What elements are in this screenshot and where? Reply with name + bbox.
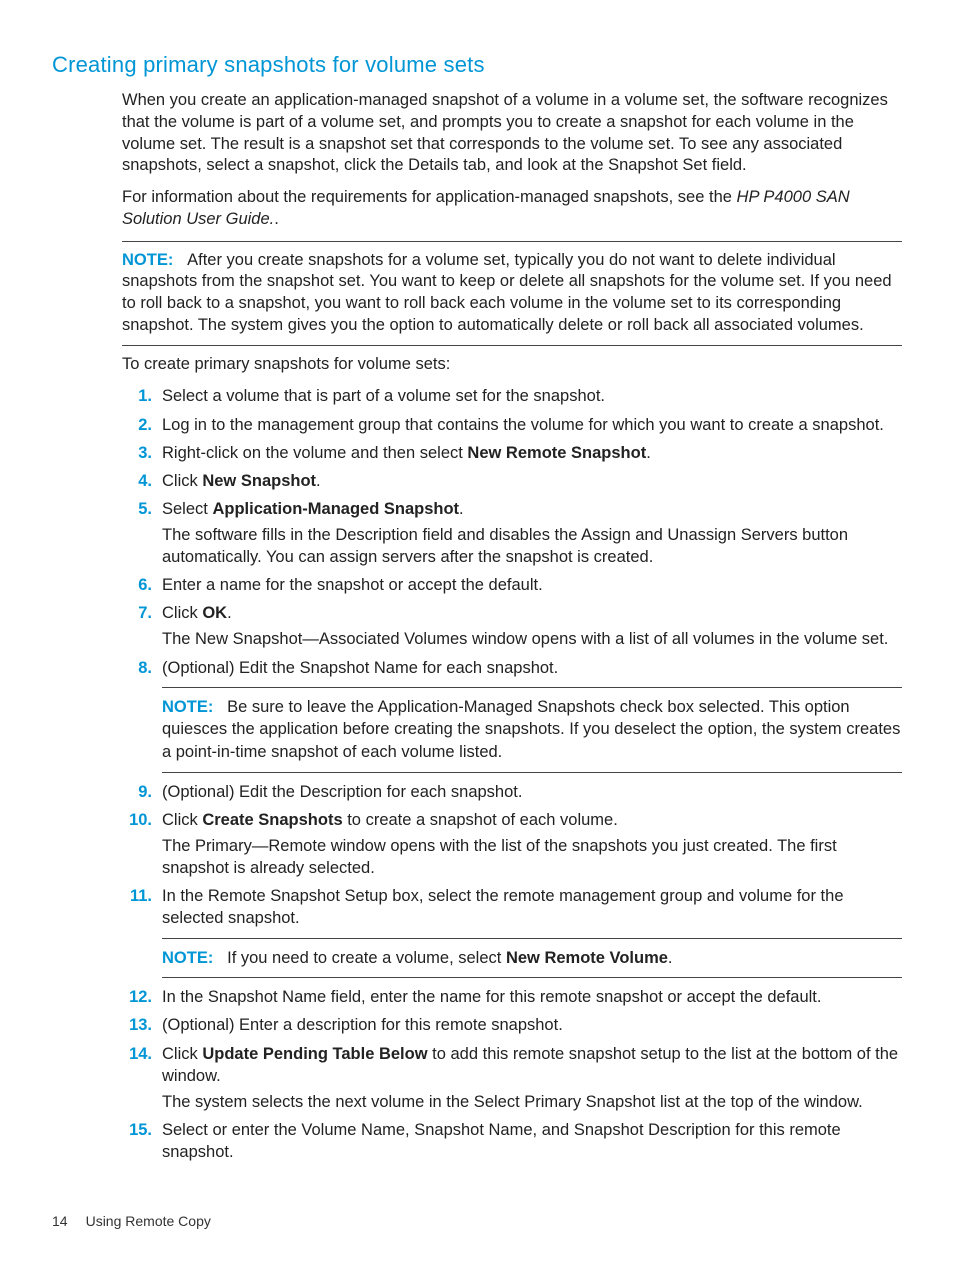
- text: .: [274, 210, 279, 228]
- note-text: Be sure to leave the Application-Managed…: [162, 698, 900, 762]
- step-15: 15. Select or enter the Volume Name, Snap…: [122, 1119, 902, 1163]
- note-label: NOTE:: [162, 698, 213, 716]
- step-number: 4.: [122, 470, 152, 492]
- step-text: .: [646, 444, 651, 462]
- ui-action: New Remote Volume: [506, 949, 668, 967]
- step-number: 9.: [122, 781, 152, 803]
- step-9: 9. (Optional) Edit the Description for ea…: [122, 781, 902, 803]
- step-detail: The Primary—Remote window opens with the…: [162, 835, 902, 879]
- step-detail: The software fills in the Description fi…: [162, 524, 902, 568]
- footer-section: Using Remote Copy: [86, 1213, 211, 1229]
- note-text: If you need to create a volume, select: [227, 949, 506, 967]
- step-text: Select: [162, 500, 212, 518]
- note-label: NOTE:: [162, 949, 213, 967]
- page: Creating primary snapshots for volume se…: [0, 0, 954, 1271]
- step-number: 5.: [122, 498, 152, 520]
- step-number: 3.: [122, 442, 152, 464]
- step-2: 2. Log in to the management group that co…: [122, 414, 902, 436]
- procedure-intro: To create primary snapshots for volume s…: [122, 354, 902, 376]
- step-number: 14.: [122, 1043, 152, 1065]
- note-text: After you create snapshots for a volume …: [122, 251, 892, 334]
- step-12: 12. In the Snapshot Name field, enter the…: [122, 986, 902, 1008]
- step-text: .: [459, 500, 464, 518]
- step-13: 13. (Optional) Enter a description for th…: [122, 1014, 902, 1036]
- step-text: Right-click on the volume and then selec…: [162, 444, 467, 462]
- divider: [122, 345, 902, 346]
- divider: [162, 687, 902, 688]
- step-detail: The New Snapshot—Associated Volumes wind…: [162, 628, 902, 650]
- step-text: .: [316, 472, 321, 490]
- ui-action: OK: [202, 604, 227, 622]
- step-number: 2.: [122, 414, 152, 436]
- step-6: 6. Enter a name for the snapshot or accep…: [122, 574, 902, 596]
- step-number: 11.: [122, 885, 152, 907]
- step-number: 10.: [122, 809, 152, 831]
- step-1: 1. Select a volume that is part of a volu…: [122, 385, 902, 407]
- step-text: Click: [162, 1045, 202, 1063]
- procedure-steps: 1. Select a volume that is part of a volu…: [122, 385, 902, 1163]
- step-text: In the Remote Snapshot Setup box, select…: [162, 887, 844, 927]
- note-label: NOTE:: [122, 251, 173, 269]
- step-11: 11. In the Remote Snapshot Setup box, sel…: [122, 885, 902, 978]
- step-3: 3. Right-click on the volume and then sel…: [122, 442, 902, 464]
- ui-action: New Remote Snapshot: [467, 444, 646, 462]
- step-number: 1.: [122, 385, 152, 407]
- step-text: Enter a name for the snapshot or accept …: [162, 576, 543, 594]
- step-7: 7. Click OK. The New Snapshot—Associated …: [122, 602, 902, 650]
- step-text: Click: [162, 811, 202, 829]
- step-number: 8.: [122, 657, 152, 679]
- ui-action: Application-Managed Snapshot: [212, 500, 459, 518]
- step-14: 14.Click Update Pending Table Below to a…: [122, 1043, 902, 1113]
- note-block: NOTE: After you create snapshots for a v…: [122, 250, 902, 337]
- ui-action: Update Pending Table Below: [202, 1045, 427, 1063]
- step-detail: The system selects the next volume in th…: [162, 1091, 902, 1113]
- step-text: (Optional) Edit the Description for each…: [162, 783, 522, 801]
- step-text: In the Snapshot Name field, enter the na…: [162, 988, 821, 1006]
- step-number: 7.: [122, 602, 152, 624]
- ui-action: New Snapshot: [202, 472, 316, 490]
- step-number: 6.: [122, 574, 152, 596]
- step-number: 15.: [122, 1119, 152, 1141]
- step-8: 8. (Optional) Edit the Snapshot Name for …: [122, 657, 902, 773]
- step-10: 10. Click Create Snapshots to create a sn…: [122, 809, 902, 879]
- step-text: Select or enter the Volume Name, Snapsho…: [162, 1121, 841, 1161]
- divider: [122, 241, 902, 242]
- page-footer: 14 Using Remote Copy: [52, 1213, 211, 1229]
- text: For information about the requirements f…: [122, 188, 737, 206]
- divider: [162, 772, 902, 773]
- step-text: Select a volume that is part of a volume…: [162, 387, 605, 405]
- page-number: 14: [52, 1213, 68, 1229]
- step-text: (Optional) Edit the Snapshot Name for ea…: [162, 659, 558, 677]
- step-note: NOTE: Be sure to leave the Application-M…: [162, 687, 902, 773]
- step-number: 12.: [122, 986, 152, 1008]
- intro-paragraph-2: For information about the requirements f…: [122, 187, 902, 231]
- step-number: 13.: [122, 1014, 152, 1036]
- body-content: When you create an application-managed s…: [122, 90, 902, 1163]
- step-text: to create a snapshot of each volume.: [343, 811, 618, 829]
- step-text: Log in to the management group that cont…: [162, 416, 884, 434]
- intro-paragraph-1: When you create an application-managed s…: [122, 90, 902, 177]
- note-text: .: [668, 949, 673, 967]
- step-4: 4. Click New Snapshot.: [122, 470, 902, 492]
- section-heading: Creating primary snapshots for volume se…: [52, 52, 902, 78]
- step-text: (Optional) Enter a description for this …: [162, 1016, 563, 1034]
- ui-action: Create Snapshots: [202, 811, 342, 829]
- divider: [162, 977, 902, 978]
- divider: [162, 938, 902, 939]
- step-5: 5. Select Application-Managed Snapshot. T…: [122, 498, 902, 568]
- step-note: NOTE: If you need to create a volume, se…: [162, 938, 902, 979]
- step-text: .: [227, 604, 232, 622]
- step-text: Click: [162, 604, 202, 622]
- step-text: Click: [162, 472, 202, 490]
